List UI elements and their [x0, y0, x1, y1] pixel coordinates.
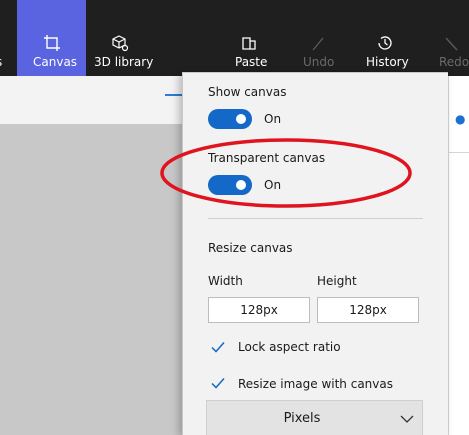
transparent-canvas-label: Transparent canvas [208, 151, 326, 165]
side-panel-icon[interactable]: ● [455, 112, 465, 126]
paste-label: Paste [235, 55, 268, 69]
width-input[interactable]: 128px [208, 297, 310, 323]
canvas-button-label: Canvas [33, 55, 78, 69]
toolbar-item-partial[interactable]: s [0, 0, 8, 76]
undo-label: Undo [303, 55, 335, 69]
3d-library-label: 3D library [94, 55, 154, 69]
checkmark-icon [211, 342, 225, 353]
history-button[interactable]: History [357, 0, 413, 76]
canvas-button[interactable]: Canvas [17, 0, 86, 76]
side-panel-divider [448, 152, 469, 153]
redo-icon [445, 37, 458, 51]
undo-icon [312, 37, 324, 51]
chevron-down-icon [400, 415, 414, 423]
top-toolbar: s Canvas 3D library Paste Undo History [0, 0, 469, 76]
toggle-knob [236, 114, 246, 124]
paste-button[interactable]: Paste [226, 0, 272, 76]
show-canvas-state: On [264, 112, 282, 126]
3d-library-button[interactable]: 3D library [86, 0, 154, 76]
checkmark-icon [211, 378, 225, 389]
history-icon [378, 36, 392, 50]
transparent-canvas-toggle[interactable] [208, 175, 252, 195]
lock-aspect-checkbox[interactable] [208, 337, 228, 357]
history-label: History [366, 55, 409, 69]
transparent-canvas-state: On [264, 178, 282, 192]
resize-image-checkbox[interactable] [208, 373, 228, 393]
units-selected-value: Pixels [283, 411, 321, 426]
canvas-settings-panel: Show canvas On Transparent canvas On Res… [182, 72, 448, 435]
toggle-knob [236, 180, 246, 190]
width-label: Width [208, 274, 243, 288]
resize-image-label: Resize image with canvas [238, 377, 393, 391]
units-dropdown[interactable]: Pixels [206, 400, 423, 435]
height-label: Height [317, 274, 357, 288]
resize-canvas-title: Resize canvas [208, 241, 293, 255]
active-tab-indicator [165, 94, 183, 96]
toolbar-label-partial: s [0, 55, 2, 69]
redo-button[interactable]: Redo [433, 0, 469, 76]
height-input[interactable]: 128px [317, 297, 419, 323]
redo-label: Redo [439, 55, 469, 69]
paste-icon [242, 37, 256, 50]
right-side-panel-edge [448, 76, 469, 435]
show-canvas-toggle[interactable] [208, 109, 252, 129]
undo-button[interactable]: Undo [295, 0, 339, 76]
lock-aspect-label: Lock aspect ratio [238, 340, 341, 354]
panel-divider [208, 218, 423, 219]
canvas-crop-icon [44, 35, 60, 51]
show-canvas-label: Show canvas [208, 85, 287, 99]
3d-library-icon [112, 35, 129, 52]
